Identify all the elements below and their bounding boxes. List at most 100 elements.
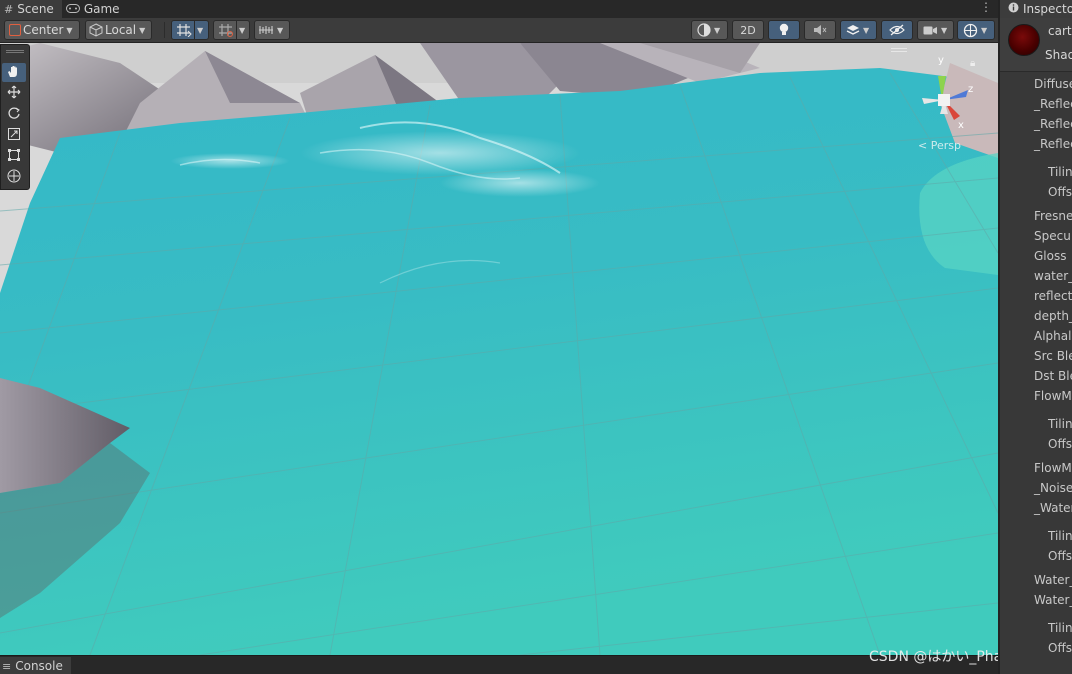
scene-viewport[interactable]	[0, 43, 998, 655]
property-label: _Reflec	[1034, 137, 1072, 151]
chevron-down-icon: ▼	[139, 25, 146, 35]
property-label: Tilin	[1048, 417, 1072, 431]
transform-tool-button[interactable]	[2, 168, 26, 187]
tool-palette	[0, 44, 30, 190]
hash-icon: #	[4, 2, 14, 16]
inspector-panel: Inspector carto Shad Diffuse _Reflec _Re…	[998, 0, 1072, 674]
chevron-down-icon: ▼	[863, 25, 870, 35]
pivot-mode-dropdown[interactable]: Center ▼	[4, 20, 80, 40]
scene-visibility-toggle[interactable]	[881, 20, 913, 40]
scene-toolbar: Center ▼ Local ▼ ▼ ▼ ▼ ▼ 2D ▼ ▼ ▼	[0, 18, 998, 43]
ruler-snap-toggle[interactable]: ▼	[254, 20, 290, 40]
rotate-tool-button[interactable]	[2, 105, 26, 124]
2d-mode-label: 2D	[740, 23, 756, 37]
2d-mode-toggle[interactable]: 2D	[732, 20, 764, 40]
scale-icon	[7, 127, 21, 144]
gamepad-icon	[65, 3, 80, 16]
tab-game-label: Game	[83, 2, 120, 16]
property-label: Offs	[1048, 549, 1072, 563]
tab-scene-label: Scene	[17, 2, 54, 16]
pivot-mode-label: Center	[23, 23, 64, 37]
property-label: _Reflec	[1034, 97, 1072, 111]
tab-console-label: Console	[15, 659, 63, 673]
camera-icon	[923, 25, 938, 36]
property-label: Offs	[1048, 437, 1072, 451]
space-mode-label: Local	[105, 23, 137, 37]
gizmo-z-label: z	[968, 84, 973, 95]
chevron-down-icon: ▼	[197, 25, 204, 35]
property-label: depth_	[1034, 309, 1072, 323]
speaker-muted-icon	[813, 24, 827, 36]
material-preview	[1008, 24, 1040, 56]
console-panel-bar: ≡ Console	[0, 655, 998, 674]
property-label: Offs	[1048, 641, 1072, 655]
ruler-icon	[258, 23, 274, 37]
hand-tool-button[interactable]	[2, 63, 26, 82]
space-mode-dropdown[interactable]: Local ▼	[85, 20, 152, 40]
eye-hidden-icon	[889, 24, 905, 36]
increment-snap-toggle[interactable]: ▼	[213, 20, 250, 40]
property-label: Dst Ble	[1034, 369, 1072, 383]
material-name: carto	[1048, 24, 1072, 38]
property-label: Tilin	[1048, 621, 1072, 635]
chevron-down-icon: ▼	[277, 25, 284, 35]
scene-effects-dropdown[interactable]: ▼	[840, 20, 877, 40]
rotate-icon	[7, 106, 21, 123]
property-label: reflecti	[1034, 289, 1072, 303]
tab-inspector-label: Inspector	[1023, 2, 1072, 16]
scene-render	[0, 43, 998, 655]
chevron-down-icon: ▼	[239, 25, 246, 35]
pivot-icon	[9, 24, 21, 36]
palette-grip-icon[interactable]	[6, 50, 24, 53]
draw-mode-dropdown[interactable]: ▼	[691, 20, 728, 40]
globe-gizmo-icon	[963, 23, 978, 38]
property-label: FlowM	[1034, 389, 1072, 403]
property-label: FlowM	[1034, 461, 1072, 475]
console-list-icon: ≡	[2, 659, 12, 673]
move-tool-button[interactable]	[2, 84, 26, 103]
hand-icon	[7, 64, 21, 81]
property-label: Fresne	[1034, 209, 1072, 223]
grid-snap-icon	[176, 23, 192, 37]
tab-game[interactable]: Game	[62, 0, 128, 18]
transform-globe-icon	[7, 169, 21, 186]
editor-tab-bar: # Scene Game ⋮	[0, 0, 998, 18]
scene-audio-toggle[interactable]	[804, 20, 836, 40]
increment-snap-icon	[218, 23, 234, 37]
property-label: Tilin	[1048, 165, 1072, 179]
property-label: water_	[1034, 269, 1072, 283]
toolbar-separator	[164, 22, 165, 38]
property-label: Src Ble	[1034, 349, 1072, 363]
projection-mode-label[interactable]: < Persp	[918, 139, 961, 152]
rect-tool-button[interactable]	[2, 147, 26, 166]
overlay-menu-icon[interactable]	[891, 48, 907, 52]
property-label: Tilin	[1048, 529, 1072, 543]
lightbulb-icon	[778, 23, 790, 37]
property-label: Gloss	[1034, 249, 1067, 263]
tab-console[interactable]: ≡ Console	[0, 657, 71, 674]
rect-transform-icon	[7, 148, 21, 165]
move-arrows-icon	[7, 85, 21, 102]
camera-settings-dropdown[interactable]: ▼	[917, 20, 954, 40]
gizmo-x-label: x	[958, 120, 964, 131]
chevron-down-icon: ▼	[981, 25, 988, 35]
chevron-left-icon: <	[918, 139, 928, 152]
info-icon	[1008, 2, 1019, 16]
property-label: Alphal	[1034, 329, 1072, 343]
layers-icon	[846, 23, 860, 37]
cube-icon	[89, 23, 103, 37]
tab-scene[interactable]: # Scene	[0, 0, 62, 18]
grid-snap-toggle[interactable]: ▼	[171, 20, 209, 40]
scene-lighting-toggle[interactable]	[768, 20, 800, 40]
property-label: _Noise_	[1034, 481, 1072, 495]
gizmos-dropdown[interactable]: ▼	[957, 20, 995, 40]
property-label: Water_	[1034, 573, 1072, 587]
tab-more-menu-icon[interactable]: ⋮	[980, 0, 992, 14]
chevron-down-icon: ▼	[714, 25, 721, 35]
tab-inspector[interactable]: Inspector	[1000, 0, 1072, 18]
gizmo-y-label: y	[938, 55, 944, 66]
property-label: _Water	[1034, 501, 1072, 515]
property-label: _Reflec	[1034, 117, 1072, 131]
scale-tool-button[interactable]	[2, 126, 26, 145]
shading-sphere-icon	[697, 23, 711, 37]
